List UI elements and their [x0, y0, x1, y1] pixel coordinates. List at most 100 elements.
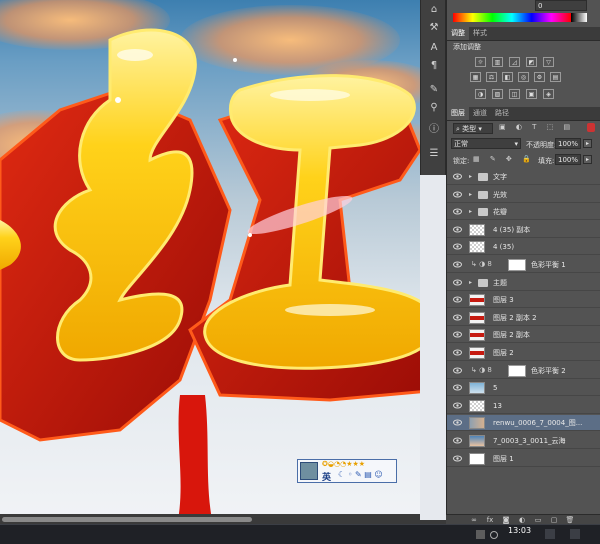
tab-layers[interactable]: 图层	[447, 107, 469, 120]
layer-thumbnail[interactable]	[469, 311, 485, 324]
tab-channels[interactable]: 通道	[469, 107, 491, 120]
layer-thumbnail[interactable]	[469, 241, 485, 254]
layer-row[interactable]: 5	[447, 380, 600, 397]
visibility-eye-icon[interactable]	[453, 367, 462, 374]
layer-row[interactable]: ▸ 花瓣	[447, 204, 600, 221]
visibility-eye-icon[interactable]	[453, 243, 462, 250]
properties-icon[interactable]: ☰	[424, 146, 444, 162]
curves-icon[interactable]: ◿	[509, 57, 520, 67]
expand-arrow-icon[interactable]: ▸	[469, 208, 472, 215]
layer-thumbnail[interactable]	[469, 452, 485, 465]
tray-icon[interactable]	[570, 529, 580, 539]
layer-row[interactable]: 图层 2	[447, 345, 600, 361]
tray-icon[interactable]	[545, 529, 555, 539]
visibility-eye-icon[interactable]	[453, 331, 462, 338]
colorbalance-icon[interactable]: ⚖	[486, 72, 497, 82]
layer-thumbnail[interactable]	[469, 399, 485, 412]
layer-row[interactable]: 13	[447, 397, 600, 414]
photofilter-icon[interactable]: ◎	[518, 72, 529, 82]
vibrance-icon[interactable]: ▽	[543, 57, 554, 67]
visibility-eye-icon[interactable]	[453, 349, 462, 356]
channelmixer-icon[interactable]: ⚙	[534, 72, 545, 82]
opacity-dropdown-button[interactable]: ▸	[583, 139, 592, 148]
invert-icon[interactable]: ◑	[475, 89, 486, 99]
layer-thumbnail[interactable]	[469, 382, 485, 395]
gradientmap-icon[interactable]: ▣	[526, 89, 537, 99]
selectivecolor-icon[interactable]: ◈	[543, 89, 554, 99]
layer-row[interactable]: ▸ 光效	[447, 186, 600, 203]
tray-icon[interactable]	[476, 530, 485, 539]
layer-thumbnail[interactable]	[469, 347, 485, 359]
document-canvas[interactable]: 英 ☾ ◦ ✎ ▤ ☺ ✪◒◔◔★★★	[0, 0, 446, 520]
visibility-eye-icon[interactable]	[453, 226, 462, 233]
fill-dropdown-button[interactable]: ▸	[583, 155, 592, 164]
expand-arrow-icon[interactable]: ▸	[469, 173, 472, 180]
visibility-eye-icon[interactable]	[453, 455, 462, 462]
tool-presets-icon[interactable]: ⚒	[424, 20, 444, 36]
blend-mode-select[interactable]: 正常 ▾	[451, 138, 521, 149]
layer-thumbnail[interactable]	[469, 294, 485, 307]
layer-row[interactable]: 图层 1	[447, 450, 600, 467]
fill-field[interactable]: 100%	[555, 154, 581, 165]
brightness-icon[interactable]: ☼	[475, 57, 486, 67]
layer-row[interactable]: 图层 2 副本	[447, 327, 600, 344]
layer-row[interactable]: 图层 2 副本 2	[447, 309, 600, 326]
layer-thumbnail[interactable]	[469, 435, 485, 447]
levels-icon[interactable]: ▥	[492, 57, 503, 67]
expand-arrow-icon[interactable]: ▸	[469, 279, 472, 286]
visibility-eye-icon[interactable]	[453, 314, 462, 321]
layer-row[interactable]: 图层 3	[447, 292, 600, 309]
layer-row[interactable]: renwu_0006_7_0004_图...	[447, 415, 600, 432]
layer-mask-thumbnail[interactable]	[508, 259, 526, 271]
bw-icon[interactable]: ◧	[502, 72, 513, 82]
character-icon[interactable]: A	[424, 40, 444, 56]
info-icon[interactable]: ⓘ	[424, 122, 444, 138]
filter-toggle[interactable]	[587, 123, 595, 132]
clone-source-icon[interactable]: ⚲	[424, 100, 444, 116]
visibility-eye-icon[interactable]	[453, 279, 462, 286]
tab-adjustments[interactable]: 调整	[447, 27, 469, 40]
lock-icons[interactable]: ▦ ✎ ✥ 🔒	[473, 155, 535, 163]
visibility-eye-icon[interactable]	[453, 296, 462, 303]
tab-styles[interactable]: 样式	[469, 27, 491, 40]
visibility-eye-icon[interactable]	[453, 419, 462, 426]
tray-icon[interactable]	[490, 531, 498, 539]
clock[interactable]: 13:03	[508, 526, 531, 535]
tab-paths[interactable]: 路径	[491, 107, 513, 120]
layer-row[interactable]: ▸ 主题	[447, 274, 600, 291]
visibility-eye-icon[interactable]	[453, 173, 462, 180]
color-value-field[interactable]: 0	[535, 0, 587, 11]
paragraph-icon[interactable]: ¶	[424, 58, 444, 74]
visibility-eye-icon[interactable]	[453, 384, 462, 391]
hue-icon[interactable]: ▦	[470, 72, 481, 82]
layer-row[interactable]: ↳ ◑ 8 色彩平衡 2	[447, 362, 600, 379]
layer-thumbnail[interactable]	[469, 329, 485, 342]
threshold-icon[interactable]: ◫	[509, 89, 520, 99]
layer-thumbnail[interactable]	[469, 417, 485, 430]
visibility-eye-icon[interactable]	[453, 208, 462, 215]
ime-status-icons[interactable]: ☾ ◦ ✎ ▤ ☺	[338, 470, 394, 480]
layer-row[interactable]: 4 (35) 副本	[447, 221, 600, 238]
expand-arrow-icon[interactable]: ▸	[469, 191, 472, 198]
layer-filter-icons[interactable]: ▣ ◐ T ⬚ ▤	[499, 123, 589, 133]
visibility-eye-icon[interactable]	[453, 261, 462, 268]
visibility-eye-icon[interactable]	[453, 191, 462, 198]
posterize-icon[interactable]: ▨	[492, 89, 503, 99]
layer-thumbnail[interactable]	[469, 223, 485, 236]
color-spectrum-bar[interactable]	[453, 13, 571, 22]
brush-icon[interactable]: ✎	[424, 82, 444, 98]
scrollbar-thumb[interactable]	[2, 517, 252, 522]
colorlookup-icon[interactable]: ▤	[550, 72, 561, 82]
ime-avatar[interactable]	[300, 462, 318, 480]
layer-row[interactable]: 7_0003_3_0011_云海	[447, 433, 600, 449]
exposure-icon[interactable]: ◩	[526, 57, 537, 67]
visibility-eye-icon[interactable]	[453, 437, 462, 444]
layer-row[interactable]: ↳ ◑ 8 色彩平衡 1	[447, 257, 600, 273]
opacity-field[interactable]: 100%	[555, 138, 581, 149]
layer-row[interactable]: ▸ 文字	[447, 169, 600, 185]
ime-language-label[interactable]: 英	[322, 470, 331, 483]
history-icon[interactable]: ⌂	[424, 2, 444, 18]
grayscale-ramp[interactable]	[571, 13, 587, 22]
ime-language-bar[interactable]: 英 ☾ ◦ ✎ ▤ ☺ ✪◒◔◔★★★	[297, 459, 397, 483]
layer-row[interactable]: 4 (35)	[447, 239, 600, 256]
